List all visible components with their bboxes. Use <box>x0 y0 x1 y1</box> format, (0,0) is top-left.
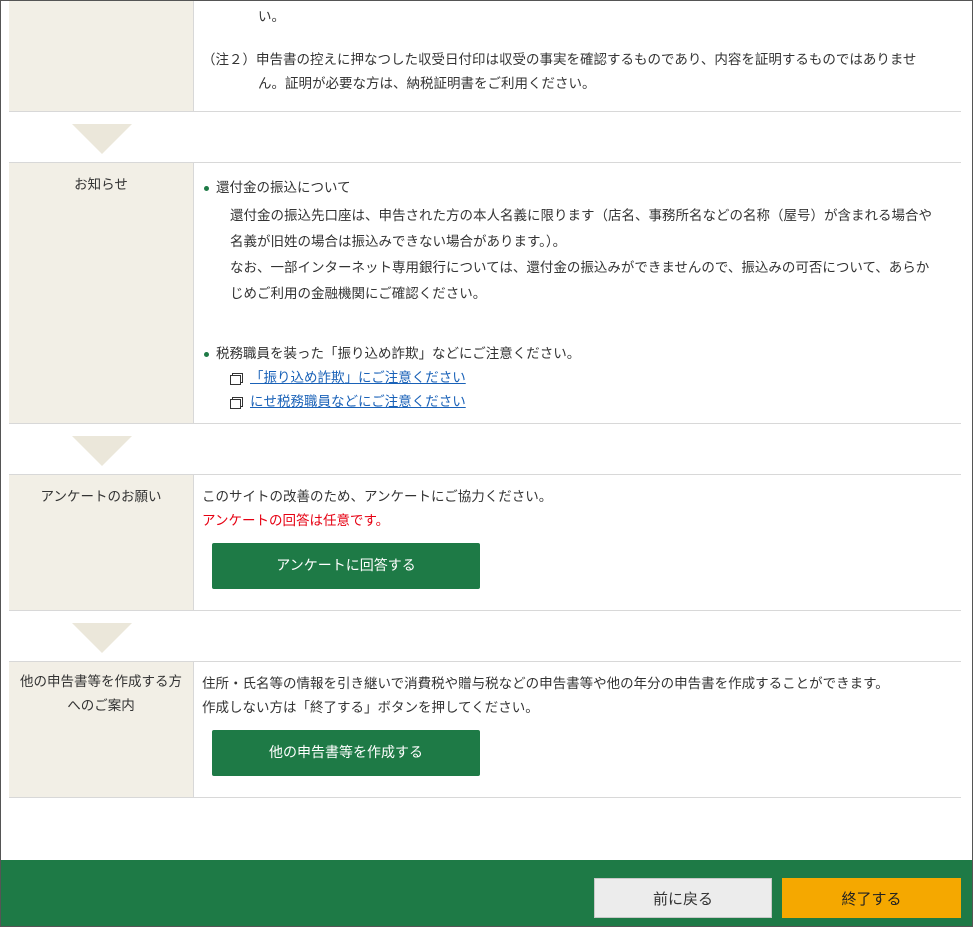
fake-tax-officer-link[interactable]: にせ税務職員などにご注意ください <box>250 390 466 414</box>
section-survey-label: アンケートのお願い <box>9 475 194 610</box>
notice-bullet-refund: 還付金の振込について <box>202 176 961 200</box>
create-other-documents-button[interactable]: 他の申告書等を作成する <box>212 730 480 776</box>
step-arrow-2 <box>9 424 961 474</box>
step-arrow-1 <box>9 112 961 162</box>
new-window-icon <box>230 396 243 409</box>
section-other-body: 住所・氏名等の情報を引き継いで消費税や贈与税などの申告書等や他の年分の申告書を作… <box>194 662 961 797</box>
down-arrow-icon <box>72 124 132 154</box>
section-notice-label: お知らせ <box>9 163 194 423</box>
other-info-text: 住所・氏名等の情報を引き継いで消費税や贈与税などの申告書等や他の年分の申告書を作… <box>202 676 889 692</box>
step-arrow-3 <box>9 611 961 661</box>
refund-line: じめご利用の金融機関にご確認ください。 <box>230 286 487 302</box>
section-notice-body: 還付金の振込について 還付金の振込先口座は、申告された方の本人名義に限ります（店… <box>194 163 961 423</box>
notice-bullet-fraud: 税務職員を装った「振り込め詐欺」などにご注意ください。 <box>202 342 961 366</box>
section-notes-body: い。 （注２）申告書の控えに押なつした収受日付印は収受の事実を確認するものであり… <box>194 1 961 111</box>
footer-bar: 前に戻る 終了する <box>1 860 972 926</box>
note-2-line-1: （注２）申告書の控えに押なつした収受日付印は収受の事実を確認するものであり、内容… <box>202 52 917 68</box>
other-instruction-text: 作成しない方は「終了する」ボタンを押してください。 <box>202 700 539 716</box>
notes-continuation: い。 <box>258 9 285 25</box>
section-other-documents: 他の申告書等を作成する方 へのご案内 住所・氏名等の情報を引き継いで消費税や贈与… <box>9 661 961 798</box>
section-survey: アンケートのお願い このサイトの改善のため、アンケートにご協力ください。 アンケ… <box>9 474 961 611</box>
main-content: い。 （注２）申告書の控えに押なつした収受日付印は収受の事実を確認するものであり… <box>9 1 961 798</box>
other-label-line-2: へのご案内 <box>67 698 135 714</box>
new-window-icon <box>230 372 243 385</box>
survey-label-text: アンケートのお願い <box>40 489 162 505</box>
fraud-link-row-2: にせ税務職員などにご注意ください <box>202 390 961 414</box>
refund-line: 名義が旧姓の場合は振込みできない場合があります。）。 <box>230 234 567 250</box>
down-arrow-icon <box>72 436 132 466</box>
window-frame: い。 （注２）申告書の控えに押なつした収受日付印は収受の事実を確認するものであり… <box>0 0 973 927</box>
survey-request-text: このサイトの改善のため、アンケートにご協力ください。 <box>202 489 553 505</box>
down-arrow-icon <box>72 623 132 653</box>
section-notice: お知らせ 還付金の振込について 還付金の振込先口座は、申告された方の本人名義に限… <box>9 162 961 424</box>
note-2-line-2: ん。証明が必要な方は、納税証明書をご利用ください。 <box>258 76 596 92</box>
section-other-label: 他の申告書等を作成する方 へのご案内 <box>9 662 194 797</box>
survey-optional-text: アンケートの回答は任意です。 <box>202 513 390 529</box>
other-label-line-1: 他の申告書等を作成する方 <box>20 674 182 690</box>
back-button[interactable]: 前に戻る <box>594 878 772 918</box>
refund-line: なお、一部インターネット専用銀行については、還付金の振込みができませんので、振込… <box>230 260 930 276</box>
notice-refund-detail: 還付金の振込先口座は、申告された方の本人名義に限ります（店名、事務所名などの名称… <box>202 204 961 306</box>
section-notes-label-cell <box>9 1 194 111</box>
section-notes: い。 （注２）申告書の控えに押なつした収受日付印は収受の事実を確認するものであり… <box>9 1 961 112</box>
answer-survey-button[interactable]: アンケートに回答する <box>212 543 480 589</box>
furikome-fraud-link[interactable]: 「振り込め詐欺」にご注意ください <box>250 366 466 390</box>
section-survey-body: このサイトの改善のため、アンケートにご協力ください。 アンケートの回答は任意です… <box>194 475 961 610</box>
refund-line: 還付金の振込先口座は、申告された方の本人名義に限ります（店名、事務所名などの名称… <box>230 208 932 224</box>
finish-button[interactable]: 終了する <box>782 878 961 918</box>
notice-label-text: お知らせ <box>74 177 128 193</box>
fraud-link-row-1: 「振り込め詐欺」にご注意ください <box>202 366 961 390</box>
